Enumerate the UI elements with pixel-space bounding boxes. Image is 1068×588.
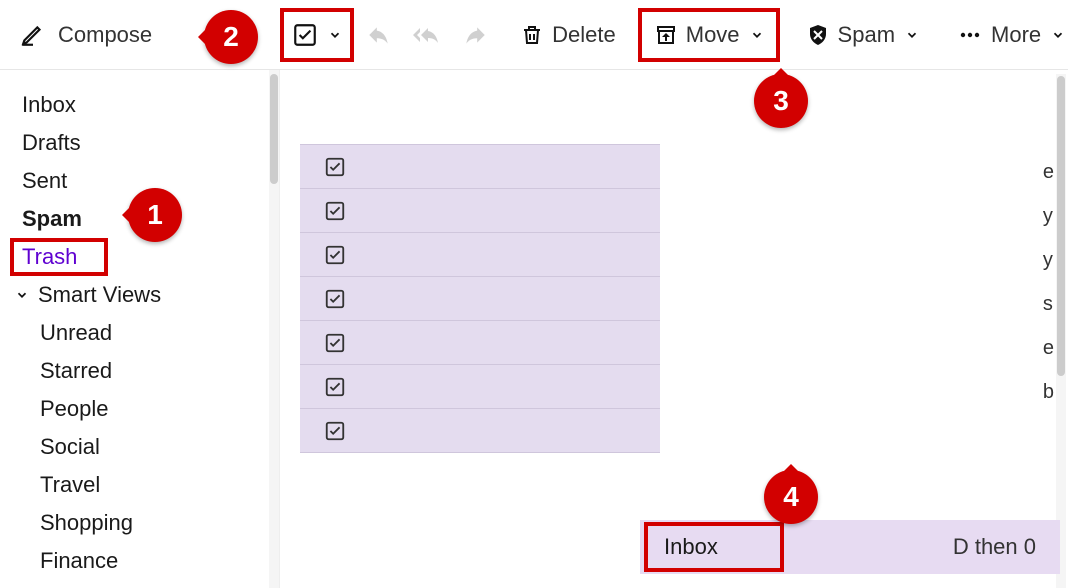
sidebar-item-label: Social bbox=[40, 434, 100, 460]
checkbox-checked-icon[interactable] bbox=[324, 332, 346, 354]
compose-icon bbox=[20, 22, 46, 48]
sidebar-item-label: Spam bbox=[22, 206, 82, 232]
chevron-down-icon bbox=[750, 28, 764, 42]
callout-number: 2 bbox=[223, 21, 239, 53]
scrollbar-thumb[interactable] bbox=[1057, 76, 1065, 376]
sidebar-item-label: Sent bbox=[22, 168, 67, 194]
sidebar-item-social[interactable]: Social bbox=[0, 428, 279, 466]
sidebar-item-label: People bbox=[40, 396, 109, 422]
callout-number: 3 bbox=[773, 85, 789, 117]
checkbox-checked-icon[interactable] bbox=[324, 244, 346, 266]
main-pane: eyyseb bbox=[280, 70, 1068, 588]
ellipsis-icon bbox=[957, 23, 983, 47]
chevron-down-icon bbox=[328, 28, 342, 42]
more-label: More bbox=[991, 22, 1041, 48]
reply-icon bbox=[366, 22, 392, 48]
toolbar: Compose Delete Move bbox=[0, 0, 1068, 70]
spam-shield-icon bbox=[806, 23, 830, 47]
sidebar-item-label: Shopping bbox=[40, 510, 133, 536]
annotation-callout-2: 2 bbox=[204, 10, 258, 64]
sidebar: Inbox Drafts Sent Spam Trash Smart Views… bbox=[0, 70, 280, 588]
message-row[interactable] bbox=[300, 365, 660, 409]
delete-button[interactable]: Delete bbox=[508, 12, 628, 58]
chevron-down-icon bbox=[14, 288, 30, 302]
reply-all-button[interactable] bbox=[404, 12, 450, 58]
chevron-down-icon bbox=[1051, 28, 1065, 42]
body: Inbox Drafts Sent Spam Trash Smart Views… bbox=[0, 70, 1068, 588]
callout-number: 4 bbox=[783, 481, 799, 513]
message-row[interactable] bbox=[300, 189, 660, 233]
sidebar-item-label: Inbox bbox=[22, 92, 76, 118]
sidebar-section-folders[interactable]: Folders bbox=[0, 580, 279, 588]
preview-fragment: e bbox=[1043, 150, 1054, 194]
compose-button[interactable]: Compose bbox=[10, 16, 162, 54]
checkbox-checked-icon[interactable] bbox=[324, 376, 346, 398]
preview-fragment: y bbox=[1043, 194, 1054, 238]
sidebar-item-inbox[interactable]: Inbox bbox=[0, 86, 279, 124]
message-row[interactable] bbox=[300, 277, 660, 321]
sidebar-item-starred[interactable]: Starred bbox=[0, 352, 279, 390]
move-menu: Inbox D then 0 bbox=[640, 520, 1060, 574]
forward-button[interactable] bbox=[454, 12, 496, 58]
forward-icon bbox=[462, 22, 488, 48]
message-row[interactable] bbox=[300, 409, 660, 453]
trash-icon bbox=[520, 23, 544, 47]
annotation-callout-4: 4 bbox=[764, 470, 818, 524]
sidebar-item-people[interactable]: People bbox=[0, 390, 279, 428]
checkbox-checked-icon[interactable] bbox=[324, 156, 346, 178]
message-row[interactable] bbox=[300, 321, 660, 365]
preview-fragment: e bbox=[1043, 326, 1054, 370]
sidebar-item-label: Trash bbox=[22, 244, 77, 270]
preview-edge-text: eyyseb bbox=[1043, 150, 1054, 414]
preview-fragment: s bbox=[1043, 282, 1054, 326]
sidebar-item-label: Finance bbox=[40, 548, 118, 574]
checkbox-checked-icon[interactable] bbox=[324, 288, 346, 310]
callout-number: 1 bbox=[147, 199, 163, 231]
sidebar-item-label: Travel bbox=[40, 472, 100, 498]
sidebar-item-label: Starred bbox=[40, 358, 112, 384]
reply-button[interactable] bbox=[358, 12, 400, 58]
checkbox-checked-icon[interactable] bbox=[324, 200, 346, 222]
scrollbar-thumb[interactable] bbox=[270, 74, 278, 184]
preview-fragment: b bbox=[1043, 370, 1054, 414]
spam-label: Spam bbox=[838, 22, 895, 48]
message-list bbox=[300, 144, 660, 453]
sidebar-item-trash[interactable]: Trash bbox=[10, 238, 108, 276]
delete-label: Delete bbox=[552, 22, 616, 48]
annotation-callout-1: 1 bbox=[128, 188, 182, 242]
move-menu-item-label: Inbox bbox=[664, 534, 718, 560]
spam-button[interactable]: Spam bbox=[794, 12, 931, 58]
sidebar-scrollbar[interactable] bbox=[269, 70, 279, 588]
select-all-icon bbox=[292, 22, 318, 48]
move-menu-shortcut: D then 0 bbox=[953, 534, 1036, 560]
checkbox-checked-icon[interactable] bbox=[324, 420, 346, 442]
sidebar-item-label: Drafts bbox=[22, 130, 81, 156]
preview-fragment: y bbox=[1043, 238, 1054, 282]
message-row[interactable] bbox=[300, 145, 660, 189]
sidebar-section-smart-views[interactable]: Smart Views bbox=[0, 276, 279, 314]
sidebar-item-label: Unread bbox=[40, 320, 112, 346]
main-scrollbar[interactable] bbox=[1056, 74, 1066, 588]
move-icon bbox=[654, 23, 678, 47]
reply-all-icon bbox=[412, 22, 442, 48]
sidebar-item-finance[interactable]: Finance bbox=[0, 542, 279, 580]
sidebar-item-unread[interactable]: Unread bbox=[0, 314, 279, 352]
compose-label: Compose bbox=[58, 22, 152, 48]
move-button[interactable]: Move bbox=[638, 8, 780, 62]
sidebar-item-travel[interactable]: Travel bbox=[0, 466, 279, 504]
sidebar-item-drafts[interactable]: Drafts bbox=[0, 124, 279, 162]
message-row[interactable] bbox=[300, 233, 660, 277]
sidebar-item-shopping[interactable]: Shopping bbox=[0, 504, 279, 542]
select-all-button[interactable] bbox=[280, 8, 354, 62]
move-menu-item-inbox[interactable]: Inbox bbox=[644, 522, 784, 572]
annotation-callout-3: 3 bbox=[754, 74, 808, 128]
chevron-down-icon bbox=[905, 28, 919, 42]
sidebar-section-label: Smart Views bbox=[38, 282, 161, 308]
more-button[interactable]: More bbox=[945, 12, 1068, 58]
move-label: Move bbox=[686, 22, 740, 48]
